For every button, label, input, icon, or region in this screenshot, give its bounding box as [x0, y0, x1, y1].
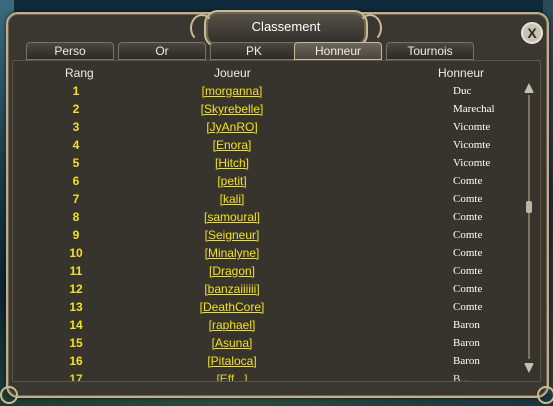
player-link[interactable]: [samoural]: [173, 208, 291, 226]
rank-cell: 3: [72, 120, 80, 134]
scroll-up-arrow-icon[interactable]: [524, 83, 534, 93]
rank-cell: 11: [69, 264, 83, 278]
table-row: 15 [Asuna] Baron: [13, 334, 523, 352]
honor-title-cell: Vicomte: [453, 139, 491, 151]
rank-cell: 16: [69, 354, 83, 368]
honor-title-cell: Baron: [453, 337, 480, 349]
honor-title-cell: Comte: [453, 211, 483, 223]
header-joueur: Joueur: [214, 66, 251, 80]
rank-cell: 14: [69, 318, 83, 332]
close-button[interactable]: X: [521, 22, 543, 44]
honor-title-cell: Vicomte: [453, 121, 491, 133]
tab-honneur[interactable]: Honneur: [294, 42, 382, 60]
corner-ornament-left: [0, 386, 18, 404]
rank-cell: 6: [72, 174, 80, 188]
tab-pk[interactable]: PK: [210, 42, 298, 60]
rank-cell: 15: [69, 336, 83, 350]
ranking-window: Classement X Perso Or PK Honneur Tournoi…: [0, 10, 553, 404]
scroll-down-arrow-icon[interactable]: [524, 363, 534, 373]
player-link[interactable]: [Dragon]: [173, 262, 291, 280]
rank-cell: 4: [72, 138, 80, 152]
tab-perso[interactable]: Perso: [26, 42, 114, 60]
table-row: 8 [samoural] Comte: [13, 208, 523, 226]
honor-title-cell: Comte: [453, 247, 483, 259]
honor-title-cell: Comte: [453, 175, 483, 187]
table-row: 5 [Hitch] Vicomte: [13, 154, 523, 172]
rank-cell: 12: [69, 282, 83, 296]
honor-title-cell: Comte: [453, 193, 483, 205]
honor-title-cell: Baron: [453, 319, 480, 331]
player-link[interactable]: [Seigneur]: [173, 226, 291, 244]
player-link[interactable]: [JyAnRO]: [173, 118, 291, 136]
scroll-thumb[interactable]: [526, 201, 532, 213]
player-link[interactable]: [kali]: [173, 190, 291, 208]
player-link[interactable]: [petit]: [173, 172, 291, 190]
table-row: 9 [Seigneur] Comte: [13, 226, 523, 244]
player-link[interactable]: [Eff...]: [173, 370, 291, 381]
honor-title-cell: Baron: [453, 355, 480, 367]
rank-cell: 5: [72, 156, 80, 170]
player-link[interactable]: [morganna]: [173, 82, 291, 100]
table-row: 11 [Dragon] Comte: [13, 262, 523, 280]
tab-or[interactable]: Or: [118, 42, 206, 60]
table-row: 17 [Eff...] B...: [13, 370, 523, 382]
table-row: 1 [morganna] Duc: [13, 82, 523, 100]
corner-ornament-right: [537, 386, 553, 404]
honor-title-cell: B...: [453, 373, 469, 382]
honor-title-cell: Duc: [453, 85, 472, 97]
table-row: 13 [DeathCore] Comte: [13, 298, 523, 316]
honor-title-cell: Comte: [453, 283, 483, 295]
table-row: 7 [kali] Comte: [13, 190, 523, 208]
header-rang: Rang: [65, 66, 94, 80]
honor-title-cell: Marechal: [453, 103, 495, 115]
rank-cell: 17: [69, 372, 83, 382]
player-link[interactable]: [banzaiiiiii]: [173, 280, 291, 298]
table-row: 14 [raphael] Baron: [13, 316, 523, 334]
rank-cell: 7: [72, 192, 80, 206]
player-link[interactable]: [Hitch]: [173, 154, 291, 172]
table-row: 10 [Minalyne] Comte: [13, 244, 523, 262]
table-row: 4 [Enora] Vicomte: [13, 136, 523, 154]
table-row: 2 [Skyrebelle] Marechal: [13, 100, 523, 118]
table-row: 16 [Pitaloca] Baron: [13, 352, 523, 370]
rank-cell: 1: [72, 84, 80, 98]
player-link[interactable]: [Pitaloca]: [173, 352, 291, 370]
window-title: Classement: [251, 19, 321, 34]
rank-cell: 10: [69, 246, 83, 260]
player-link[interactable]: [DeathCore]: [173, 298, 291, 316]
player-link[interactable]: [Asuna]: [173, 334, 291, 352]
rank-cell: 9: [72, 228, 80, 242]
rank-cell: 2: [72, 102, 80, 116]
tab-tournois[interactable]: Tournois: [386, 42, 474, 60]
player-link[interactable]: [Minalyne]: [173, 244, 291, 262]
honor-title-cell: Comte: [453, 301, 483, 313]
honor-title-cell: Vicomte: [453, 157, 491, 169]
honor-title-cell: Comte: [453, 265, 483, 277]
honor-title-cell: Comte: [453, 229, 483, 241]
ranking-panel: Rang Joueur Honneur 1 [morganna] Duc 2 [Skyr…: [12, 60, 541, 382]
header-honneur: Honneur: [438, 66, 485, 80]
table-row: 12 [banzaiiiiii] Comte: [13, 280, 523, 298]
rank-cell: 8: [72, 210, 80, 224]
ranking-list: 1 [morganna] Duc 2 [Skyrebelle] Marechal 3 [JyA…: [13, 82, 523, 382]
player-link[interactable]: [Enora]: [173, 136, 291, 154]
table-row: 3 [JyAnRO] Vicomte: [13, 118, 523, 136]
rank-cell: 13: [69, 300, 83, 314]
scroll-track[interactable]: [528, 95, 530, 359]
player-link[interactable]: [raphael]: [173, 316, 291, 334]
table-row: 6 [petit] Comte: [13, 172, 523, 190]
player-link[interactable]: [Skyrebelle]: [173, 100, 291, 118]
scrollbar[interactable]: [523, 83, 535, 373]
